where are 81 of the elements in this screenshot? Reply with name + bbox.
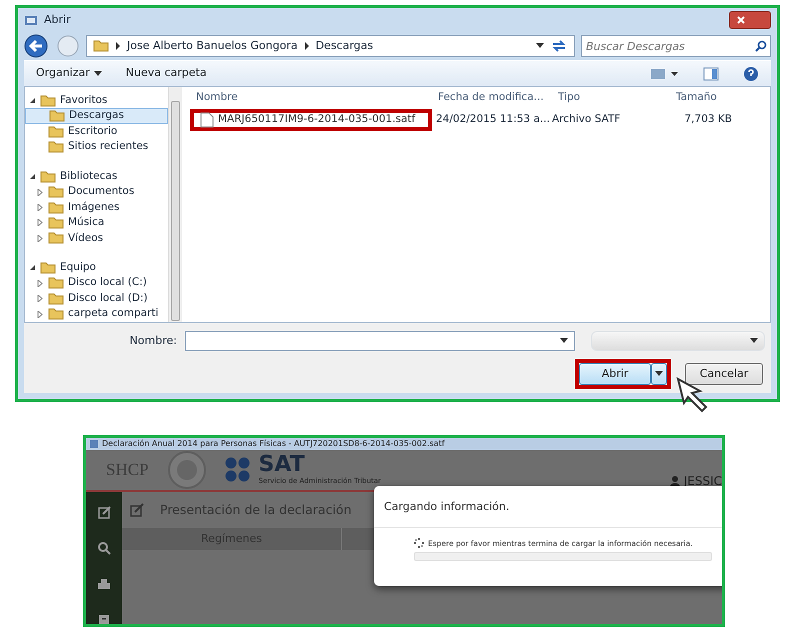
folder-icon <box>48 276 64 292</box>
nav-group[interactable]: Bibliotecas <box>25 168 168 184</box>
dropdown-icon <box>560 338 568 344</box>
toolbar-button[interactable]: Organizar <box>36 65 102 82</box>
collapsed-arrow-icon <box>37 234 44 242</box>
folder-icon <box>48 200 64 216</box>
nav-item[interactable]: Sitios recientes <box>25 139 168 155</box>
view-options-icon[interactable] <box>651 66 679 80</box>
search-field[interactable]: Buscar Descargas <box>581 35 771 57</box>
page-heading: Presentación de la declaración <box>160 500 352 519</box>
folder-icon <box>48 291 64 307</box>
column-header[interactable]: Nombre <box>196 90 438 106</box>
column-header[interactable]: Tipo <box>558 90 668 106</box>
seal-emblem-icon <box>166 450 207 490</box>
window-title: Abrir <box>44 12 71 28</box>
collapsed-arrow-icon <box>37 295 44 302</box>
file-date: 24/02/2015 11:53 a... <box>435 112 551 128</box>
caret-icon <box>655 371 663 377</box>
nav-item[interactable]: Escritorio <box>25 124 168 140</box>
dialog-button[interactable]: Abrir <box>579 363 651 385</box>
file-row[interactable]: MARJ650117IM9-6-2014-035-001.satf <box>190 109 432 131</box>
caret-icon <box>94 70 102 76</box>
archive-icon[interactable] <box>97 613 111 624</box>
folder-icon <box>48 230 64 246</box>
split-dropdown-button[interactable] <box>651 363 667 385</box>
folder-icon <box>40 260 56 276</box>
window-title: Declaración Anual 2014 para Personas Físicas - AUTJ720201SD8-6-2014-035-002.satf <box>102 438 445 450</box>
nav-item[interactable]: Disco local (C:) <box>25 276 168 292</box>
nav-group[interactable]: Equipo <box>25 260 168 276</box>
user-icon <box>670 476 680 486</box>
logo-text: SAT <box>258 454 306 476</box>
nav-group[interactable]: Favoritos <box>25 93 168 108</box>
search-icon <box>755 40 767 52</box>
preview-pane-icon[interactable] <box>703 66 719 80</box>
window-icon <box>24 13 38 27</box>
filename-label: Nombre: <box>130 332 177 349</box>
refresh-icon[interactable] <box>550 38 568 54</box>
file-type: Archivo SATF <box>552 112 622 128</box>
help-icon[interactable] <box>743 66 759 82</box>
file-name: MARJ650117IM9-6-2014-035-001.satf <box>218 112 416 128</box>
address-bar[interactable]: Jose Alberto Banuelos Gongora Descargas <box>86 35 575 57</box>
file-icon <box>200 112 214 128</box>
print-icon[interactable] <box>97 577 111 591</box>
spinner-icon <box>414 538 424 548</box>
toolbar-button[interactable]: Nueva carpeta <box>126 65 207 82</box>
nav-item[interactable]: Disco local (D:) <box>25 291 168 307</box>
collapsed-arrow-icon <box>37 310 44 318</box>
dialog-button[interactable]: Cancelar <box>685 363 763 385</box>
folder-icon <box>49 110 65 123</box>
collapsed-arrow-icon <box>37 188 44 196</box>
folder-icon <box>48 215 64 231</box>
column-header[interactable]: Fecha de modifica... <box>438 90 558 106</box>
filename-field[interactable] <box>185 331 575 351</box>
dialog-title: Cargando información. <box>374 486 722 528</box>
edit-icon[interactable] <box>97 505 111 519</box>
app-icon <box>90 440 98 448</box>
folder-icon <box>48 184 64 200</box>
close-button[interactable] <box>729 11 771 29</box>
nav-item[interactable]: Descargas <box>25 108 168 124</box>
breadcrumb-item[interactable]: Descargas <box>316 38 374 54</box>
nav-item[interactable]: Vídeos <box>25 230 168 246</box>
dropdown-icon <box>750 338 758 344</box>
folder-icon <box>40 168 56 184</box>
nav-item[interactable]: Documentos <box>25 184 168 200</box>
search-icon[interactable] <box>97 541 111 555</box>
dropdown-icon <box>536 43 544 49</box>
sat-logo-icon <box>224 457 251 483</box>
close-icon <box>736 15 746 25</box>
nav-item[interactable]: Imágenes <box>25 200 168 216</box>
breadcrumb-item[interactable]: Jose Alberto Banuelos Gongora <box>127 38 298 54</box>
folder-icon <box>48 139 64 155</box>
file-size: 7,703 KB <box>684 112 732 128</box>
column-header[interactable]: Tamaño <box>668 90 738 106</box>
chevron-icon <box>304 42 310 50</box>
edit-icon <box>130 503 144 517</box>
folder-icon <box>93 38 109 54</box>
chevron-icon <box>115 42 121 50</box>
collapsed-arrow-icon <box>37 280 44 287</box>
nav-item[interactable]: carpeta comparti <box>25 306 168 322</box>
back-button-icon[interactable] <box>24 34 50 58</box>
nav-item[interactable]: Música <box>25 215 168 231</box>
